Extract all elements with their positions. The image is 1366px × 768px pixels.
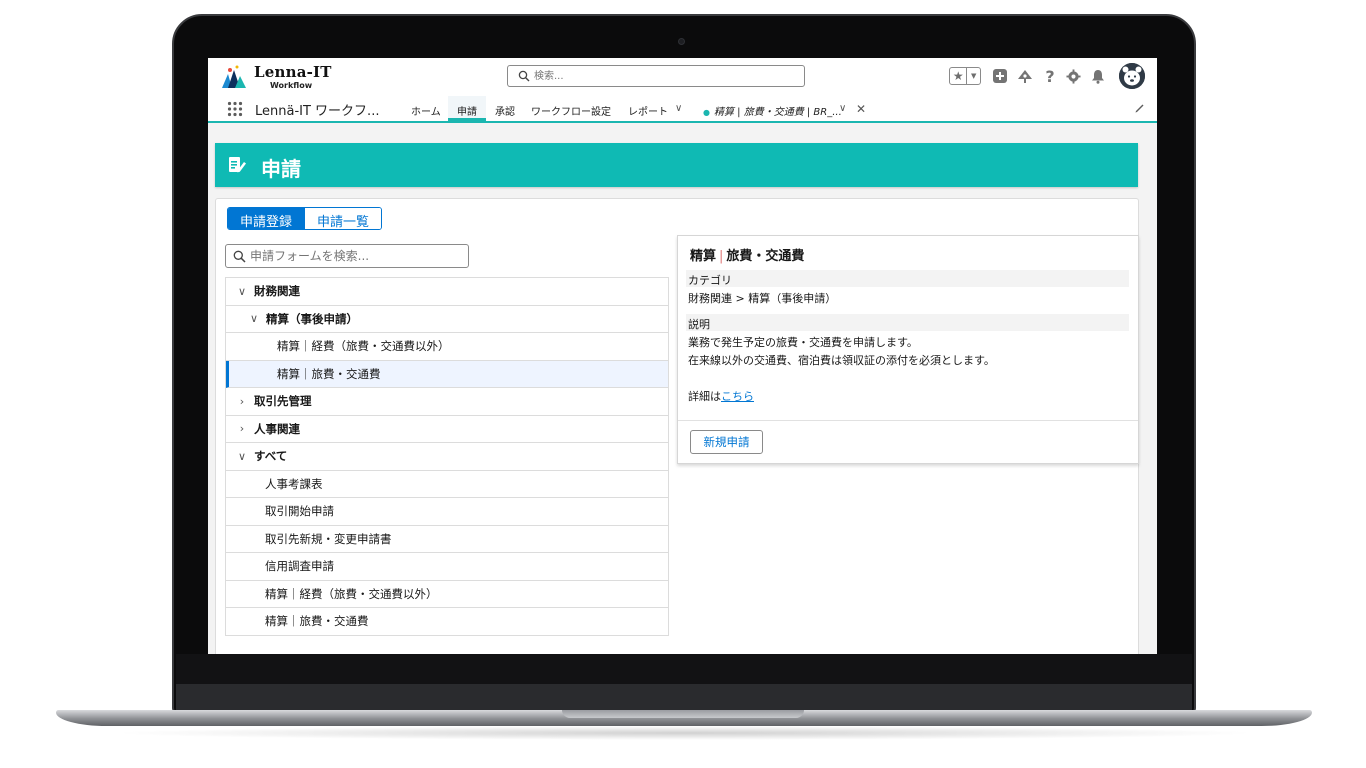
tree-node-label: すべて [254,449,288,464]
main-card: 申請登録 申請一覧 ∨ 財務関連 ∨ 精算（事後申請） 精算｜経費（旅費・交通費以外… [215,198,1139,654]
tree-node-label: 取引先新規・変更申請書 [265,531,392,546]
form-detail-panel: 精算 | 旅費・交通費 カテゴリ 財務関連 > 精算（事後申請） 説明 業務で発生予… [677,235,1139,464]
laptop-notch [562,710,804,718]
form-search[interactable] [225,244,469,268]
record-tab[interactable]: ● 精算 | 旅費・交通費 | BR_... [703,96,842,121]
tree-node-hr[interactable]: › 人事関連 [226,416,668,443]
nav-item-workflow-settings[interactable]: ワークフロー設定 [531,96,611,121]
detail-title-category: 精算 [690,249,717,264]
screen: Lenna-IT Workflow ★ ▼ ? [208,58,1157,654]
global-header: Lenna-IT Workflow ★ ▼ ? [208,58,1157,96]
tree-leaf-partner-change[interactable]: 取引先新規・変更申請書 [226,526,668,553]
tree-node-label: 精算｜旅費・交通費 [265,614,369,629]
app-launcher-icon[interactable] [227,101,243,117]
details-prefix: 詳細は [688,390,721,403]
unsaved-dot-icon: ● [703,108,710,117]
search-icon [518,70,530,82]
detail-title: 精算 | 旅費・交通費 [690,245,804,264]
favorites-button[interactable]: ★ ▼ [949,67,981,85]
category-label: カテゴリ [686,270,1129,287]
tab-list[interactable]: 申請一覧 [304,208,382,229]
tree-leaf-all-settlement-expenses[interactable]: 精算｜経費（旅費・交通費以外） [226,581,668,608]
tree-node-settlement[interactable]: ∨ 精算（事後申請） [226,306,668,333]
record-tab-chevron-down-icon[interactable]: ∨ [839,103,846,114]
details-link[interactable]: こちら [721,390,754,403]
tree-node-label: 取引先管理 [254,394,312,409]
tree-node-label: 人事関連 [254,421,300,436]
chevron-right-icon[interactable]: › [236,395,248,408]
tree-node-label: 人事考課表 [265,476,323,491]
chevron-right-icon[interactable]: › [236,422,248,435]
page-title: 申請 [261,157,301,181]
description-line-1: 業務で発生予定の旅費・交通費を申請します。 [688,336,918,349]
tree-node-label: 取引開始申請 [265,504,334,519]
tree-node-all[interactable]: ∨ すべて [226,443,668,471]
tree-leaf-evaluation[interactable]: 人事考課表 [226,471,668,498]
tree-node-label: 信用調査申請 [265,559,334,574]
help-icon[interactable]: ? [1040,66,1060,86]
reports-chevron-down-icon[interactable]: ∨ [675,103,682,114]
chevron-down-icon[interactable]: ∨ [236,450,248,463]
form-tree: ∨ 財務関連 ∨ 精算（事後申請） 精算｜経費（旅費・交通費以外） 精算｜旅費・交通… [225,277,669,636]
logo-text: Lenna-IT [254,63,332,81]
user-avatar[interactable] [1119,63,1145,89]
record-tab-label: 精算 | 旅費・交通費 | BR_... [713,107,842,118]
close-tab-icon[interactable]: ✕ [856,102,866,116]
tree-node-finance[interactable]: ∨ 財務関連 [226,278,668,306]
global-search-input[interactable] [534,68,794,84]
app-name: Lennä-IT ワークフ... [255,104,380,119]
global-actions-plus-icon[interactable] [990,66,1010,86]
new-application-button[interactable]: 新規申請 [690,430,763,454]
logo-subtitle: Workflow [270,81,313,90]
tree-leaf-all-settlement-travel[interactable]: 精算｜旅費・交通費 [226,608,668,636]
nav-item-application[interactable]: 申請 [448,96,486,121]
view-toggle: 申請登録 申請一覧 [227,207,383,230]
webcam [678,38,685,45]
tree-leaf-settlement-travel[interactable]: 精算｜旅費・交通費 [226,360,668,388]
lenna-logo-icon [222,65,246,88]
global-search[interactable] [507,65,805,87]
trailhead-icon[interactable] [1015,66,1035,86]
tree-leaf-settlement-expenses[interactable]: 精算｜経費（旅費・交通費以外） [226,333,668,361]
chevron-down-icon: ▼ [971,72,977,80]
edit-nav-pencil-icon[interactable] [1134,102,1146,114]
nav-item-home[interactable]: ホーム [411,96,441,121]
detail-divider [678,420,1138,421]
description-label: 説明 [686,314,1129,331]
tree-node-partner-management[interactable]: › 取引先管理 [226,388,668,416]
details-text: 詳細はこちら [688,388,754,404]
detail-title-separator: | [719,249,724,264]
detail-title-name: 旅費・交通費 [726,249,805,264]
tab-register[interactable]: 申請登録 [228,208,305,229]
star-icon: ★ [950,68,968,84]
chevron-down-icon[interactable]: ∨ [248,312,260,325]
tree-leaf-trade-start[interactable]: 取引開始申請 [226,498,668,526]
tree-leaf-credit-check[interactable]: 信用調査申請 [226,553,668,581]
chevron-down-icon[interactable]: ∨ [236,285,248,298]
tree-node-label: 精算｜旅費・交通費 [277,366,381,381]
form-search-input[interactable] [250,248,462,264]
search-icon [233,250,246,263]
page-header: 申請 [215,143,1138,187]
application-form-icon [229,157,246,173]
nav-item-approval[interactable]: 承認 [495,96,515,121]
tree-node-label: 精算（事後申請） [266,311,358,326]
tree-node-label: 財務関連 [254,284,300,299]
notification-bell-icon[interactable] [1088,66,1108,86]
description-line-2: 在来線以外の交通費、宿泊費は領収証の添付を必須とします。 [688,354,995,367]
gear-icon[interactable] [1063,66,1083,86]
tree-node-label: 精算｜経費（旅費・交通費以外） [265,586,438,601]
category-value: 財務関連 > 精算（事後申請） [688,292,837,305]
nav-item-reports[interactable]: レポート [628,96,668,121]
tree-node-label: 精算｜経費（旅費・交通費以外） [277,339,450,354]
app-nav-bar: Lennä-IT ワークフ... ホーム 申請 承認 ワークフロー設定 レポート… [208,96,1157,123]
laptop-shadow [110,726,1260,740]
hinge-strip [176,684,1192,710]
